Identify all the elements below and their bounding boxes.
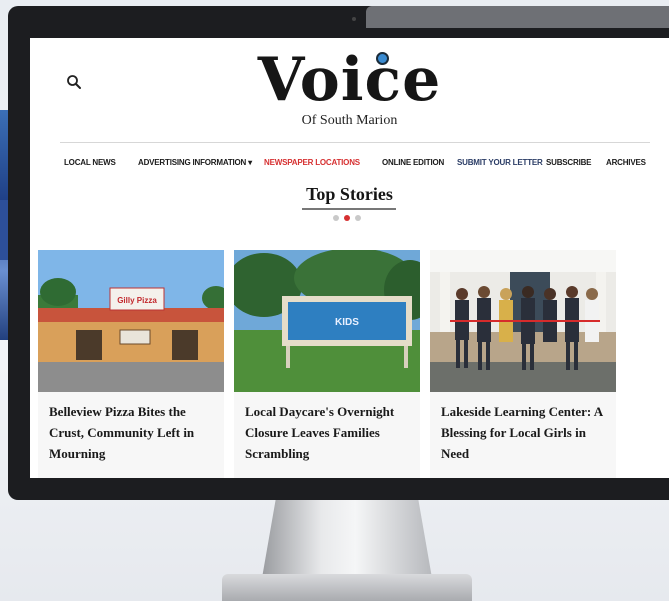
story-card[interactable]: Lakeside Learning Center: A Blessing for…: [430, 250, 616, 478]
site-logo[interactable]: Voice: [30, 44, 669, 116]
story-image-ribbon-cutting[interactable]: [430, 250, 616, 392]
daycare-sign-text: KIDS: [335, 317, 359, 328]
story-card[interactable]: Gilly Pizza Belleview Pizza Bites the Cr…: [38, 250, 224, 478]
monitor-stand-base: [222, 574, 472, 601]
nav-item-advertising-information[interactable]: ADVERTISING INFORMATION ▾: [138, 158, 252, 167]
nav-item-archives[interactable]: ARCHIVES: [606, 158, 646, 167]
carousel-dot[interactable]: [355, 215, 361, 221]
story-card[interactable]: KIDS Local Daycare's Overnight Closure L…: [234, 250, 420, 478]
nav-item-subscribe[interactable]: SUBSCRIBE: [546, 158, 592, 167]
monitor-top-edge: [366, 6, 669, 28]
logo-dot-icon: [376, 52, 389, 65]
section-title: Top Stories: [306, 184, 393, 204]
browser-screen: Voice Of South Marion LOCAL NEWS ADVERTI…: [30, 38, 669, 478]
carousel-indicators: [333, 214, 373, 224]
main-nav: LOCAL NEWS ADVERTISING INFORMATION ▾ NEW…: [60, 158, 660, 174]
carousel-dot-active[interactable]: [344, 215, 350, 221]
story-title[interactable]: Local Daycare's Overnight Closure Leaves…: [245, 401, 413, 464]
section-title-underline: [302, 208, 396, 210]
story-image-restaurant[interactable]: Gilly Pizza: [38, 250, 224, 392]
nav-item-newspaper-locations[interactable]: NEWSPAPER LOCATIONS: [264, 158, 360, 167]
webcam-icon: [352, 17, 356, 21]
restaurant-sign-text: Gilly Pizza: [117, 296, 157, 305]
carousel-dot[interactable]: [333, 215, 339, 221]
story-title[interactable]: Lakeside Learning Center: A Blessing for…: [441, 401, 609, 464]
header-divider: [60, 142, 650, 143]
nav-item-local-news[interactable]: LOCAL NEWS: [64, 158, 116, 167]
monitor-stand-neck: [262, 500, 432, 578]
story-image-daycare-sign[interactable]: KIDS: [234, 250, 420, 392]
story-title[interactable]: Belleview Pizza Bites the Crust, Communi…: [49, 401, 217, 464]
monitor-frame: Voice Of South Marion LOCAL NEWS ADVERTI…: [8, 6, 669, 500]
site-tagline: Of South Marion: [301, 113, 398, 128]
nav-item-online-edition[interactable]: ONLINE EDITION: [382, 158, 444, 167]
nav-item-submit-your-letter[interactable]: SUBMIT YOUR LETTER: [457, 158, 543, 167]
